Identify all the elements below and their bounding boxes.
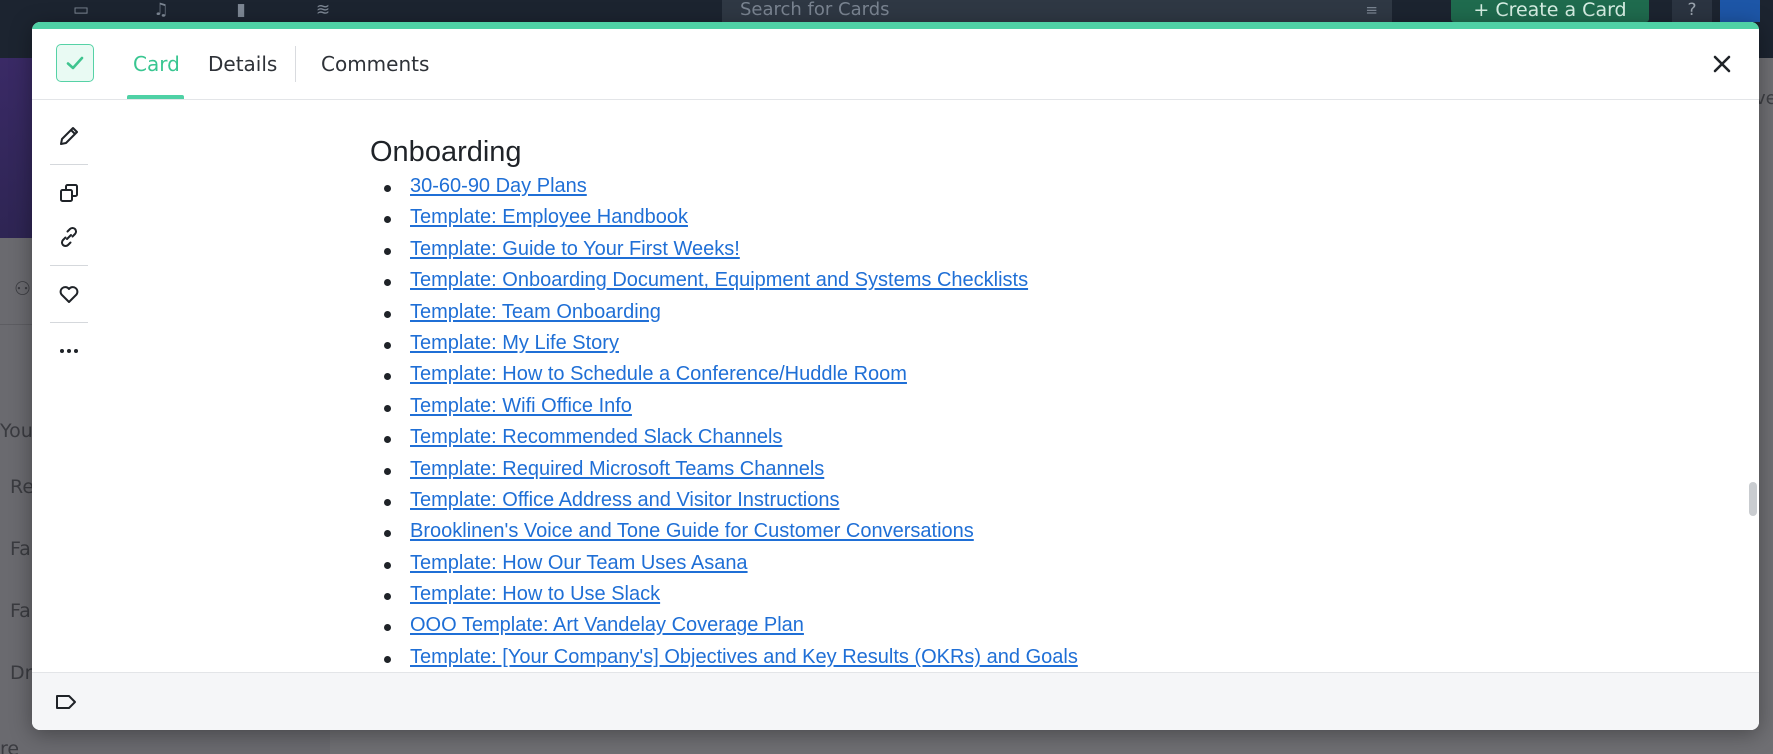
- toolbar-divider: [50, 322, 88, 323]
- card-link[interactable]: Template: How Our Team Uses Asana: [410, 552, 748, 574]
- sidebar-item[interactable]: Re: [10, 476, 34, 498]
- modal-header: Card Details Comments: [32, 29, 1759, 100]
- card-modal: Card Details Comments Onboarding 30-60-9…: [32, 22, 1759, 730]
- card-link[interactable]: Template: Required Microsoft Teams Chann…: [410, 458, 824, 480]
- list-item: Template: How to Schedule a Conference/H…: [384, 359, 1670, 390]
- tag-icon: [56, 695, 76, 709]
- card-link[interactable]: 30-60-90 Day Plans: [410, 175, 587, 197]
- list-item: Template: [Your Company's] Objectives an…: [384, 642, 1670, 672]
- scrollbar-thumb[interactable]: [1749, 482, 1757, 516]
- sidebar-item[interactable]: You: [0, 420, 33, 442]
- create-card-button[interactable]: + Create a Card: [1451, 0, 1649, 22]
- link-icon: [60, 226, 78, 248]
- search-placeholder: Search for Cards: [740, 0, 890, 20]
- check-icon: [66, 56, 84, 70]
- toolbar-divider: [50, 265, 88, 266]
- list-item: Template: Office Address and Visitor Ins…: [384, 485, 1670, 516]
- sidebar-item[interactable]: Fa: [10, 600, 31, 622]
- copy-icon: [60, 184, 78, 202]
- filter-icon[interactable]: ≡: [1365, 0, 1378, 20]
- card-toolbar: [50, 114, 88, 373]
- close-icon: [1713, 55, 1731, 73]
- card-link[interactable]: OOO Template: Art Vandelay Coverage Plan: [410, 614, 804, 636]
- list-item: Template: Recommended Slack Channels: [384, 422, 1670, 453]
- list-item: Template: Guide to Your First Weeks!: [384, 234, 1670, 265]
- list-item: Template: My Life Story: [384, 328, 1670, 359]
- close-button[interactable]: [1707, 49, 1737, 79]
- list-item: Template: How Our Team Uses Asana: [384, 548, 1670, 579]
- section-heading: Onboarding: [370, 136, 522, 168]
- onboarding-link-list: 30-60-90 Day Plans Template: Employee Ha…: [384, 171, 1670, 672]
- more-icon: [60, 349, 78, 353]
- tab-card[interactable]: Card: [133, 29, 180, 100]
- list-item: Template: Required Microsoft Teams Chann…: [384, 454, 1670, 485]
- list-item: Template: Wifi Office Info: [384, 391, 1670, 422]
- search-input[interactable]: Search for Cards ≡: [722, 0, 1392, 22]
- sidebar-item[interactable]: Fa: [10, 538, 31, 560]
- edit-button[interactable]: [50, 114, 88, 158]
- sidebar-item[interactable]: Dr: [10, 662, 32, 684]
- card-link[interactable]: Template: Wifi Office Info: [410, 395, 632, 417]
- person-icon[interactable]: ⚇: [14, 278, 31, 300]
- active-tab-indicator: [127, 95, 184, 99]
- heart-icon: [59, 286, 79, 303]
- pencil-icon: [60, 127, 78, 145]
- profile-button[interactable]: [1720, 0, 1760, 22]
- tab-details[interactable]: Details: [208, 29, 277, 100]
- book-icon[interactable]: ▭: [70, 0, 92, 20]
- card-link[interactable]: Brooklinen's Voice and Tone Guide for Cu…: [410, 520, 974, 542]
- list-item: Template: Employee Handbook: [384, 202, 1670, 233]
- card-link[interactable]: Template: How to Schedule a Conference/H…: [410, 363, 907, 385]
- card-content: Onboarding 30-60-90 Day Plans Template: …: [370, 136, 1670, 672]
- card-link[interactable]: Template: Recommended Slack Channels: [410, 426, 782, 448]
- duplicate-button[interactable]: [50, 171, 88, 215]
- card-link[interactable]: Template: Office Address and Visitor Ins…: [410, 489, 839, 511]
- card-link[interactable]: Template: My Life Story: [410, 332, 619, 354]
- tab-comments[interactable]: Comments: [321, 29, 429, 100]
- card-link[interactable]: Template: [Your Company's] Objectives an…: [410, 646, 1078, 668]
- list-item: Template: How to Use Slack: [384, 579, 1670, 610]
- help-button[interactable]: ?: [1672, 0, 1712, 22]
- card-link[interactable]: Template: Team Onboarding: [410, 301, 661, 323]
- bell-icon[interactable]: ♫: [150, 0, 172, 20]
- list-item: Template: Team Onboarding: [384, 297, 1670, 328]
- card-link[interactable]: Template: Onboarding Document, Equipment…: [410, 269, 1028, 291]
- list-item: Brooklinen's Voice and Tone Guide for Cu…: [384, 516, 1670, 547]
- modal-body: Onboarding 30-60-90 Day Plans Template: …: [32, 100, 1759, 672]
- verified-badge[interactable]: [56, 44, 94, 82]
- more-options-button[interactable]: [50, 329, 88, 373]
- tab-divider: [295, 46, 296, 82]
- analytics-icon[interactable]: ▮: [230, 0, 252, 20]
- card-link[interactable]: Template: Guide to Your First Weeks!: [410, 238, 740, 260]
- card-link[interactable]: Template: Employee Handbook: [410, 206, 688, 228]
- favorite-button[interactable]: [50, 272, 88, 316]
- list-item: OOO Template: Art Vandelay Coverage Plan: [384, 610, 1670, 641]
- modal-accent-bar: [32, 22, 1759, 29]
- copy-link-button[interactable]: [50, 215, 88, 259]
- sidebar-item[interactable]: re: [0, 738, 19, 754]
- toolbar-divider: [50, 164, 88, 165]
- tags-button[interactable]: [54, 690, 80, 714]
- modal-footer: [32, 672, 1759, 730]
- layers-icon[interactable]: ≋: [312, 0, 334, 20]
- list-item: 30-60-90 Day Plans: [384, 171, 1670, 202]
- list-item: Template: Onboarding Document, Equipment…: [384, 265, 1670, 296]
- card-link[interactable]: Template: How to Use Slack: [410, 583, 660, 605]
- scrollbar[interactable]: [1747, 100, 1759, 672]
